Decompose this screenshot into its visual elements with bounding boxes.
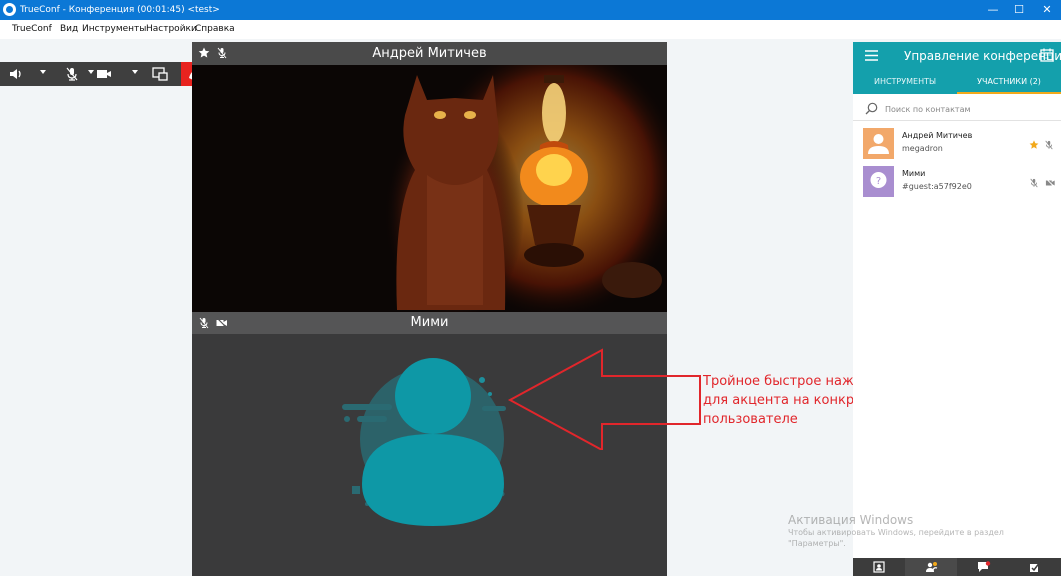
check-square-icon (1030, 561, 1041, 572)
video-frame-image (192, 65, 667, 312)
star-icon (1029, 140, 1039, 149)
contact-search (853, 97, 1061, 121)
title-bar: TrueConf - Конференция (00:01:45) <test>… (0, 0, 1061, 20)
camera-off-icon (1045, 178, 1056, 188)
minimize-button[interactable]: — (980, 0, 1006, 20)
participants-button[interactable] (905, 558, 957, 576)
chat-button[interactable] (957, 558, 1009, 576)
menu-view[interactable]: Вид (60, 23, 78, 35)
menu-trueconf[interactable]: TrueConf (12, 23, 52, 35)
video-tile-andrey[interactable] (192, 65, 667, 312)
watermark-text: "Параметры". (788, 539, 846, 548)
avatar: ? (863, 166, 894, 197)
menu-help[interactable]: Справка (195, 23, 235, 35)
close-button[interactable]: ✕ (1034, 0, 1060, 20)
video-header-mimi: Мими (192, 312, 667, 334)
trueconf-logo-icon (3, 3, 16, 16)
panel-tabs: ИНСТРУМЕНТЫ УЧАСТНИКИ (2) (853, 70, 1061, 94)
chat-icon (978, 561, 991, 572)
mic-off-icon (1045, 140, 1053, 150)
calendar-icon[interactable] (1040, 48, 1054, 62)
menu-tools[interactable]: Инструменты (82, 23, 146, 35)
participants-icon (926, 562, 938, 572)
panel-bottom-bar (853, 558, 1061, 576)
hamburger-menu-icon[interactable] (865, 50, 878, 61)
call-toolbar (0, 62, 208, 86)
screen-share-button[interactable] (152, 62, 172, 86)
speaker-icon (10, 69, 21, 79)
contact-name: Мими (902, 169, 926, 178)
status-button[interactable] (1009, 558, 1061, 576)
windows-activation-watermark: Активация Windows Чтобы активировать Win… (788, 513, 1004, 549)
panel-header: Управление конференцией (853, 42, 1061, 70)
restore-button[interactable]: ☐ (1006, 0, 1032, 20)
conference-panel: Управление конференцией ИНСТРУМЕНТЫ УЧАС… (853, 42, 1061, 576)
camera-icon (97, 70, 111, 78)
mic-off-icon (1030, 178, 1038, 188)
contact-card-icon (873, 561, 885, 573)
contact-item[interactable]: ? Мими #guest:a57f92e0 (853, 164, 1061, 202)
menu-bar: TrueConf Вид Инструменты Настройки Справ… (0, 20, 1061, 39)
speaker-button[interactable] (8, 62, 48, 86)
search-input[interactable] (885, 101, 1045, 117)
tab-tools[interactable]: ИНСТРУМЕНТЫ (853, 70, 957, 94)
watermark-title: Активация Windows (788, 513, 914, 527)
watermark-text: Чтобы активировать Windows, перейдите в … (788, 528, 1004, 537)
participant-name: Андрей Митичев (372, 46, 487, 61)
contact-item[interactable]: Андрей Митичев megadron (853, 126, 1061, 164)
camera-button[interactable] (96, 62, 140, 86)
video-header-andrey: Андрей Митичев (192, 42, 667, 65)
svg-text:?: ? (876, 176, 881, 187)
search-icon (865, 102, 878, 115)
left-area (0, 39, 192, 576)
menu-settings[interactable]: Настройки (146, 23, 197, 35)
window-title: TrueConf - Конференция (00:01:45) <test> (20, 5, 220, 15)
avatar (863, 128, 894, 159)
screen-share-icon (152, 67, 168, 81)
participant-name: Мими (410, 315, 449, 330)
tab-participants[interactable]: УЧАСТНИКИ (2) (957, 70, 1061, 94)
panel-title: Управление конференцией (904, 49, 1061, 63)
contact-login: megadron (902, 144, 943, 153)
contacts-button[interactable] (853, 558, 905, 576)
annotation-arrow (507, 348, 701, 450)
contact-name: Андрей Митичев (902, 131, 973, 140)
mic-off-icon (66, 67, 78, 81)
contact-login: #guest:a57f92e0 (902, 182, 972, 191)
